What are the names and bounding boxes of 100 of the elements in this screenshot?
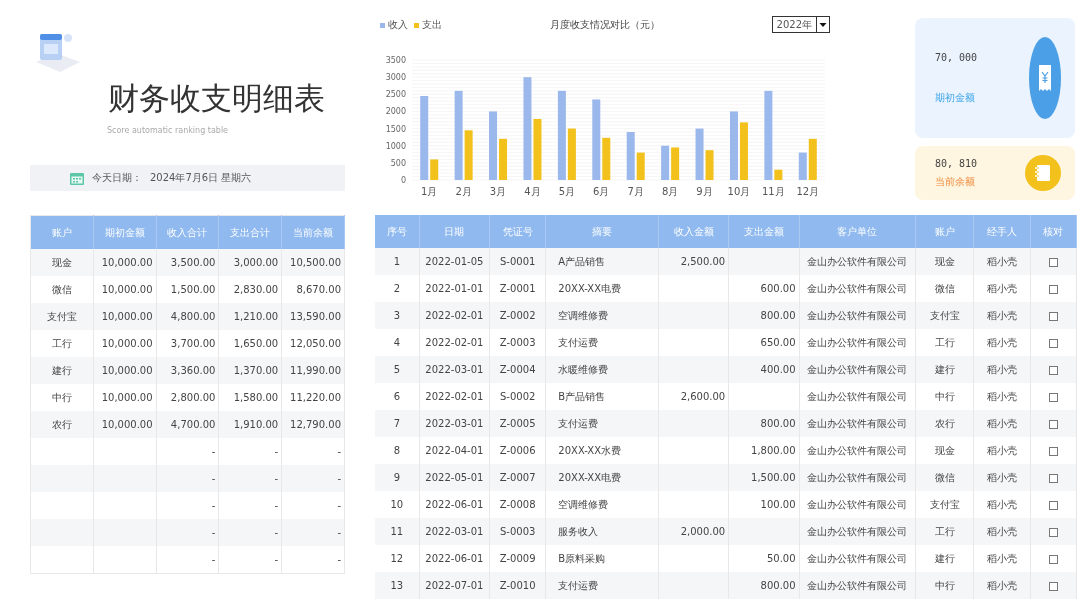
table-cell: Z-0010: [499, 580, 536, 591]
table-cell: 2022-01-01: [425, 283, 484, 294]
table-cell: 1,650.00: [233, 338, 279, 349]
table-cell: 800.00: [760, 580, 796, 591]
table-cell: 5: [393, 364, 401, 375]
table-cell: 金山办公软件有限公司: [807, 444, 908, 456]
checkbox[interactable]: [1048, 473, 1058, 483]
table-cell: -: [211, 554, 216, 565]
legend-label: 收入: [388, 18, 408, 32]
table-cell: 建行: [934, 552, 955, 564]
checkbox[interactable]: [1048, 446, 1058, 456]
table-cell: 2022-03-01: [425, 526, 484, 537]
chart-title: 月度收支情况对比（元）: [549, 18, 661, 32]
table-cell: 20XX-XX电费: [558, 282, 622, 294]
bar: [739, 122, 748, 180]
table-cell: 金山办公软件有限公司: [807, 309, 908, 321]
table-cell: 100.00: [760, 499, 796, 510]
table-cell: 6: [393, 391, 401, 402]
table-cell: -: [337, 446, 341, 457]
y-tick-label: 3000: [385, 73, 406, 83]
table-cell: 400.00: [760, 364, 796, 375]
table-cell: 金山办公软件有限公司: [807, 471, 908, 483]
stat-label: 期初金额: [935, 90, 976, 105]
column-header: 核对: [1030, 215, 1077, 248]
bar: [729, 111, 738, 180]
table-cell: 农行: [934, 417, 955, 429]
table-cell: 11: [390, 526, 404, 537]
x-tick-label: 6月: [593, 186, 610, 197]
table-cell: 1,370.00: [233, 365, 279, 376]
table-cell: Z-0001: [499, 283, 536, 294]
table-cell: -: [274, 446, 279, 457]
checkbox[interactable]: [1048, 419, 1058, 429]
table-cell: 稻小壳: [987, 255, 1018, 267]
table-cell: 4,800.00: [170, 311, 216, 322]
table-cell: 12,790.00: [290, 419, 341, 430]
table-cell: -: [337, 500, 341, 511]
table-cell: 12: [390, 553, 404, 564]
column-header: 支出金额: [728, 215, 800, 248]
caret-icon: [816, 17, 829, 32]
table-cell: 稻小壳: [987, 444, 1018, 456]
column-header: 摘要: [545, 215, 659, 248]
table-cell: 金山办公软件有限公司: [807, 336, 908, 348]
checkbox[interactable]: [1048, 365, 1058, 375]
table-cell: 11,220.00: [290, 392, 341, 403]
table-cell: 稻小壳: [987, 471, 1018, 483]
column-header: 支出合计: [218, 215, 282, 249]
checkbox[interactable]: [1048, 338, 1058, 348]
table-cell: 2022-07-01: [425, 580, 484, 591]
table-cell: 10,000.00: [101, 257, 153, 268]
column-header: 当前余额: [281, 215, 345, 249]
x-tick-label: 2月: [455, 186, 472, 197]
table-cell: B产品销售: [558, 390, 606, 402]
checkbox[interactable]: [1048, 581, 1058, 591]
table-cell: 金山办公软件有限公司: [807, 282, 908, 294]
receipt-icon: [1029, 37, 1061, 119]
table-cell: 中行: [51, 391, 72, 403]
checkbox[interactable]: [1048, 392, 1058, 402]
table-cell: A产品销售: [558, 255, 606, 267]
table-cell: 金山办公软件有限公司: [807, 498, 908, 510]
checkbox[interactable]: [1048, 527, 1058, 537]
x-tick-label: 10月: [727, 186, 751, 197]
table-cell: 微信: [934, 471, 955, 483]
x-tick-label: 3月: [489, 186, 507, 197]
table-cell: -: [274, 500, 279, 511]
checkbox[interactable]: [1048, 311, 1058, 321]
table-cell: 稻小壳: [987, 336, 1018, 348]
date-label: 今天日期：: [92, 171, 142, 185]
checkbox[interactable]: [1048, 284, 1058, 294]
table-cell: 10,000.00: [101, 311, 153, 322]
table-cell: B原料采购: [558, 552, 606, 564]
table-cell: 稻小壳: [987, 579, 1018, 591]
table-cell: 7: [393, 418, 401, 429]
y-tick-label: 1000: [385, 141, 406, 151]
table-cell: 10,000.00: [101, 392, 153, 403]
checkbox[interactable]: [1048, 257, 1058, 267]
year-dropdown[interactable]: 2022年: [771, 16, 830, 33]
table-cell: 9: [393, 472, 401, 483]
table-cell: 20XX-XX水费: [558, 444, 622, 456]
table-cell: 现金: [934, 444, 955, 456]
table-cell: S-0001: [500, 256, 536, 267]
table-cell: 2022-05-01: [425, 472, 484, 483]
checkbox[interactable]: [1048, 554, 1058, 564]
y-tick-label: 0: [400, 176, 406, 185]
table-cell: 800.00: [760, 310, 796, 321]
column-header: 凭证号: [489, 215, 546, 248]
table-cell: 10,000.00: [101, 338, 153, 349]
stat-value: 80, 810: [935, 157, 978, 169]
table-cell: 稻小壳: [987, 525, 1018, 537]
table-cell: -: [337, 527, 341, 538]
table-cell: Z-0003: [499, 337, 536, 348]
table-cell: 2022-02-01: [425, 337, 484, 348]
table-cell: 10,500.00: [290, 257, 341, 268]
table-cell: 2022-01-05: [425, 256, 484, 267]
table-cell: 支付运费: [558, 579, 599, 591]
table-cell: 金山办公软件有限公司: [807, 255, 908, 267]
table-cell: 中行: [934, 390, 955, 402]
table-cell: 800.00: [760, 418, 796, 429]
table-cell: 20XX-XX电费: [558, 471, 622, 483]
table-cell: 稻小壳: [987, 390, 1018, 402]
checkbox[interactable]: [1048, 500, 1058, 510]
